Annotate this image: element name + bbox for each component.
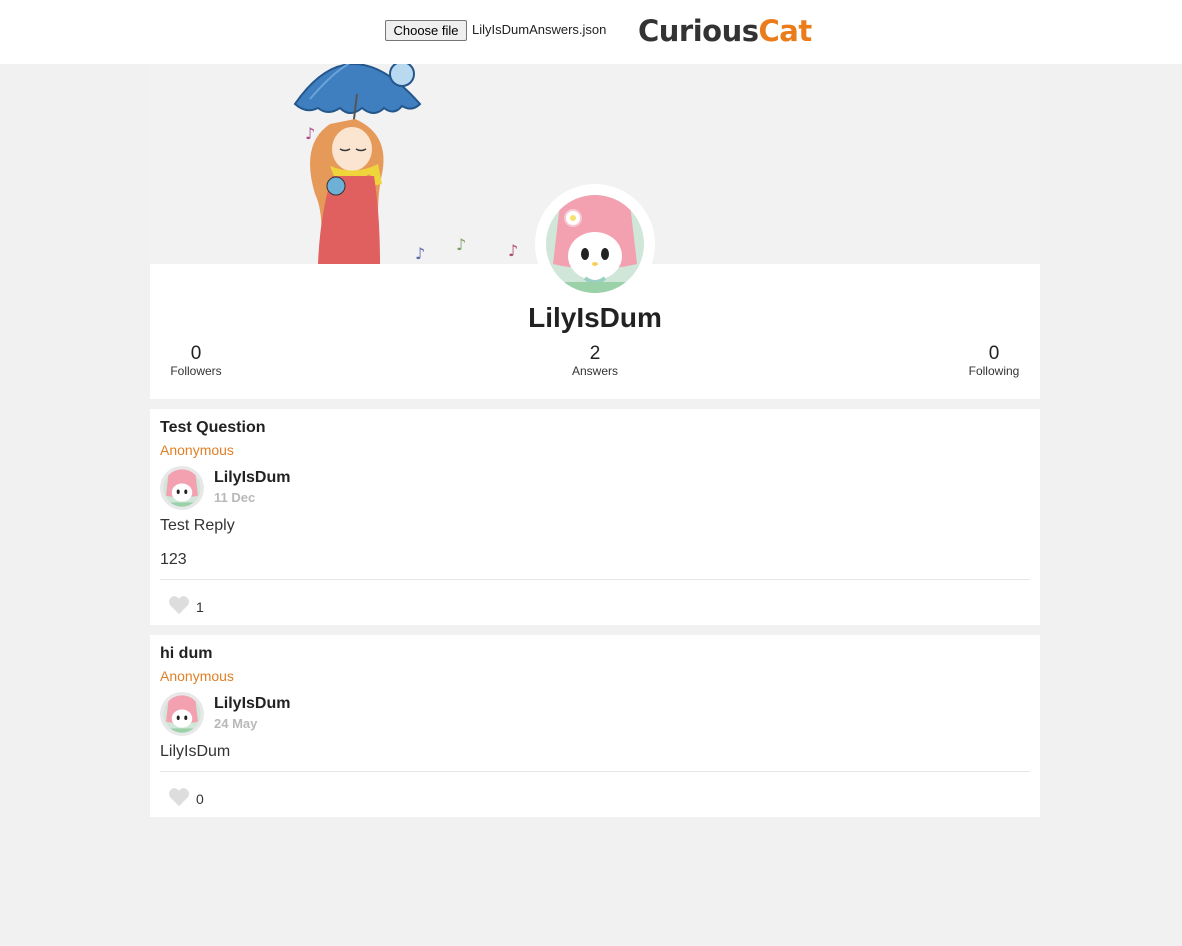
answer-date: 24 May — [214, 716, 258, 731]
following-label: Following — [968, 364, 1020, 378]
question-asker: Anonymous — [160, 668, 234, 684]
my-melody-avatar-image — [163, 695, 201, 733]
logo-text-cat: Cat — [758, 14, 813, 48]
logo-text-curious: Curious — [638, 14, 759, 48]
post-card: Test Question Anonymous LilyIsDum 11 Dec… — [150, 409, 1040, 625]
following-count: 0 — [988, 343, 1000, 364]
answerer-name[interactable]: LilyIsDum — [214, 469, 290, 487]
svg-text:♪: ♪ — [508, 241, 518, 260]
selected-file-name: LilyIsDumAnswers.json — [472, 22, 607, 37]
post-divider — [160, 771, 1030, 772]
answer-text: 123 — [160, 551, 187, 568]
answers-label: Answers — [571, 364, 618, 378]
svg-text:♪: ♪ — [305, 124, 315, 143]
like-button[interactable]: 1 — [168, 595, 228, 617]
answerer-avatar[interactable] — [160, 466, 204, 510]
curiouscat-logo[interactable]: CuriousCat — [638, 14, 812, 48]
post-divider — [160, 579, 1030, 580]
top-bar: Choose file LilyIsDumAnswers.json Curiou… — [0, 0, 1182, 64]
svg-text:♪: ♪ — [456, 235, 466, 254]
like-count: 1 — [196, 599, 204, 615]
heart-icon — [169, 596, 189, 615]
followers-count: 0 — [190, 343, 202, 364]
profile-avatar[interactable] — [535, 184, 655, 304]
question-title: hi dum — [160, 645, 213, 662]
answers-stat[interactable]: 2 Answers — [555, 343, 635, 379]
question-title: Test Question — [160, 419, 266, 436]
choose-file-button[interactable]: Choose file — [385, 20, 467, 41]
answerer-avatar[interactable] — [160, 692, 204, 736]
like-button[interactable]: 0 — [168, 787, 228, 809]
post-card: hi dum Anonymous LilyIsDum 24 May LilyIs… — [150, 635, 1040, 817]
answerer-name[interactable]: LilyIsDum — [214, 695, 290, 713]
answer-text: Test Reply — [160, 517, 235, 534]
answer-text: LilyIsDum — [160, 743, 231, 760]
my-melody-avatar-image — [546, 195, 644, 293]
followers-stat[interactable]: 0 Followers — [156, 343, 236, 379]
like-count: 0 — [196, 791, 204, 807]
following-stat[interactable]: 0 Following — [954, 343, 1034, 379]
my-melody-avatar-image — [163, 469, 201, 507]
answers-count: 2 — [589, 343, 601, 364]
question-asker: Anonymous — [160, 442, 234, 458]
answer-date: 11 Dec — [214, 490, 256, 505]
profile-username: LilyIsDum — [528, 302, 662, 333]
followers-label: Followers — [170, 364, 222, 378]
svg-text:♪: ♪ — [415, 244, 425, 263]
heart-icon — [169, 788, 189, 807]
